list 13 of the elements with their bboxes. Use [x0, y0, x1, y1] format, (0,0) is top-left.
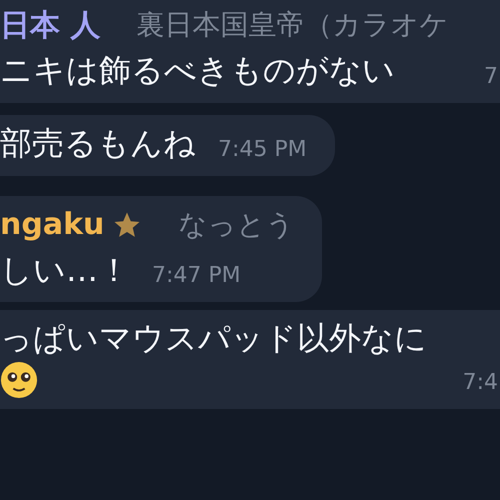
message-text: 部売るもんね	[0, 122, 196, 164]
message-time: 7:45 PM	[218, 136, 307, 162]
message-time: 7	[484, 64, 499, 89]
sender-name: ngaku	[0, 207, 104, 242]
message-time: 7:47 PM	[152, 263, 241, 288]
message-text: ニキは飾るべきものがない	[0, 50, 395, 91]
sender-title: なっとう	[178, 206, 294, 243]
sender-title: 裏日本国皇帝（カラオケ	[136, 7, 448, 43]
emoji-icon	[0, 361, 38, 400]
sender-name: 日本 人	[0, 6, 100, 44]
message-time: 7:4	[462, 370, 499, 396]
message-text: っぱいマウスパッド以外なに	[0, 318, 427, 360]
message-text: しい…！	[0, 250, 130, 291]
